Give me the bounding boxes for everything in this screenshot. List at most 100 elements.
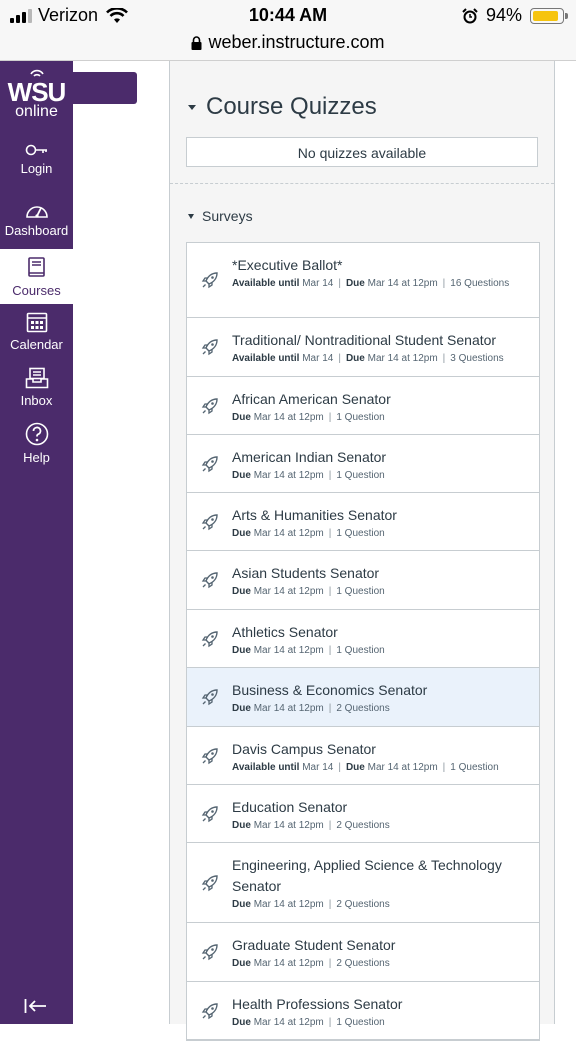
question-count: 2 Questions (336, 899, 390, 910)
survey-text: Asian Students Senator Due Mar 14 at 12pm… (232, 563, 529, 600)
question-count: 1 Question (336, 412, 385, 423)
book-icon (27, 257, 45, 277)
survey-row[interactable]: Engineering, Applied Science & Technolog… (187, 843, 539, 923)
survey-meta: Available until Mar 14 | Due Mar 14 at 12p… (232, 351, 529, 367)
survey-title[interactable]: Graduate Student Senator (232, 935, 529, 956)
question-count: 16 Questions (450, 278, 510, 289)
survey-meta: Due Mar 14 at 12pm | 1 Question (232, 584, 529, 600)
alarm-icon (462, 7, 478, 23)
surveys-header[interactable]: Surveys (188, 208, 253, 224)
survey-title[interactable]: *Executive Ballot* (232, 255, 529, 276)
question-count: 1 Question (336, 1017, 385, 1028)
global-navigation: WSU online Login Dashboard Courses Calen… (0, 61, 73, 1024)
survey-text: Traditional/ Nontraditional Student Sena… (232, 330, 529, 367)
nav-dashboard-label: Dashboard (4, 223, 69, 238)
nav-inbox[interactable]: Inbox (0, 367, 73, 408)
nav-login[interactable]: Login (0, 143, 73, 176)
battery-percent: 94% (485, 5, 522, 25)
survey-row[interactable]: Davis Campus Senator Available until Mar … (187, 727, 539, 785)
due-label: Due (232, 1017, 251, 1028)
quiz-rocket-icon (201, 874, 219, 897)
survey-text: Graduate Student Senator Due Mar 14 at 12… (232, 935, 529, 972)
survey-row[interactable]: *Executive Ballot* Available until Mar 14… (187, 243, 539, 318)
logo-signal-icon (30, 69, 44, 77)
survey-text: Education Senator Due Mar 14 at 12pm | 2 Qu… (232, 797, 529, 834)
wsu-online-logo[interactable]: WSU online (0, 69, 73, 120)
survey-row[interactable]: African American Senator Due Mar 14 at 12… (187, 377, 539, 435)
nav-courses[interactable]: Courses (0, 249, 73, 304)
collapse-nav-icon[interactable] (24, 998, 48, 1014)
due-date: Mar 14 at 12pm (253, 899, 324, 910)
separator: | (328, 820, 332, 831)
nav-calendar-label: Calendar (10, 337, 63, 352)
due-date: Mar 14 at 12pm (253, 412, 324, 423)
due-date: Mar 14 at 12pm (253, 586, 324, 597)
survey-title[interactable]: African American Senator (232, 389, 529, 410)
survey-row[interactable]: Arts & Humanities Senator Due Mar 14 at 1… (187, 493, 539, 551)
survey-title[interactable]: American Indian Senator (232, 447, 529, 468)
address-bar[interactable]: weber.instructure.com (0, 30, 576, 61)
survey-list: *Executive Ballot* Available until Mar 14… (186, 242, 540, 1041)
separator: | (328, 528, 332, 539)
survey-row[interactable]: Athletics Senator Due Mar 14 at 12pm | 1 Qu… (187, 610, 539, 668)
survey-title[interactable]: Athletics Senator (232, 622, 529, 643)
survey-text: African American Senator Due Mar 14 at 12… (232, 389, 529, 426)
survey-meta: Due Mar 14 at 12pm | 1 Question (232, 468, 529, 484)
survey-text: Health Professions Senator Due Mar 14 at … (232, 994, 529, 1031)
survey-title[interactable]: Traditional/ Nontraditional Student Sena… (232, 330, 529, 351)
separator: | (338, 353, 341, 364)
due-date: Mar 14 at 12pm (253, 820, 324, 831)
due-date: Mar 14 at 12pm (253, 645, 324, 656)
survey-title[interactable]: Arts & Humanities Senator (232, 505, 529, 526)
nav-inbox-label: Inbox (20, 393, 53, 408)
due-date: Mar 14 at 12pm (253, 528, 324, 539)
survey-row[interactable]: Traditional/ Nontraditional Student Sena… (187, 318, 539, 377)
nav-dashboard[interactable]: Dashboard (0, 201, 73, 238)
survey-meta: Available until Mar 14 | Due Mar 14 at 12p… (232, 760, 529, 776)
quiz-rocket-icon (201, 1002, 219, 1025)
separator: | (328, 1017, 332, 1028)
section-divider (170, 183, 554, 184)
survey-title[interactable]: Engineering, Applied Science & Technolog… (232, 855, 529, 897)
question-count: 1 Question (336, 528, 385, 539)
quiz-rocket-icon (201, 688, 219, 711)
survey-row[interactable]: American Indian Senator Due Mar 14 at 12p… (187, 435, 539, 493)
survey-row[interactable]: Asian Students Senator Due Mar 14 at 12pm… (187, 551, 539, 610)
survey-text: Davis Campus Senator Available until Mar … (232, 739, 529, 776)
quiz-rocket-icon (201, 747, 219, 770)
quiz-rocket-icon (201, 943, 219, 966)
quiz-rocket-icon (201, 513, 219, 536)
quiz-rocket-icon (201, 571, 219, 594)
separator: | (328, 586, 332, 597)
quiz-rocket-icon (201, 805, 219, 828)
available-until-label: Available until (232, 353, 300, 364)
survey-title[interactable]: Davis Campus Senator (232, 739, 529, 760)
due-label: Due (345, 762, 365, 773)
separator: | (442, 278, 446, 289)
survey-title[interactable]: Asian Students Senator (232, 563, 529, 584)
due-label: Due (232, 586, 251, 597)
separator: | (338, 762, 341, 773)
due-date: Mar 14 at 12pm (367, 762, 438, 773)
due-label: Due (232, 820, 251, 831)
survey-title[interactable]: Health Professions Senator (232, 994, 529, 1015)
due-label: Due (232, 470, 251, 481)
nav-help[interactable]: Help (0, 422, 73, 465)
course-quizzes-header[interactable]: Course Quizzes (188, 93, 377, 121)
survey-row[interactable]: Graduate Student Senator Due Mar 14 at 12… (187, 923, 539, 982)
course-quizzes-title: Course Quizzes (206, 93, 377, 120)
survey-meta: Due Mar 14 at 12pm | 1 Question (232, 526, 529, 542)
survey-meta: Due Mar 14 at 12pm | 2 Questions (232, 701, 529, 717)
survey-row[interactable]: Business & Economics Senator Due Mar 14 a… (187, 668, 539, 727)
nav-help-label: Help (23, 450, 50, 465)
survey-row[interactable]: Health Professions Senator Due Mar 14 at … (187, 982, 539, 1040)
question-count: 2 Questions (336, 703, 390, 714)
survey-title[interactable]: Education Senator (232, 797, 529, 818)
survey-row[interactable]: Education Senator Due Mar 14 at 12pm | 2 Qu… (187, 785, 539, 843)
nav-courses-label: Courses (12, 283, 61, 298)
due-date: Mar 14 at 12pm (253, 958, 324, 969)
separator: | (328, 470, 332, 481)
course-menu-toggle[interactable] (73, 72, 137, 104)
survey-title[interactable]: Business & Economics Senator (232, 680, 529, 701)
nav-calendar[interactable]: Calendar (0, 311, 73, 352)
